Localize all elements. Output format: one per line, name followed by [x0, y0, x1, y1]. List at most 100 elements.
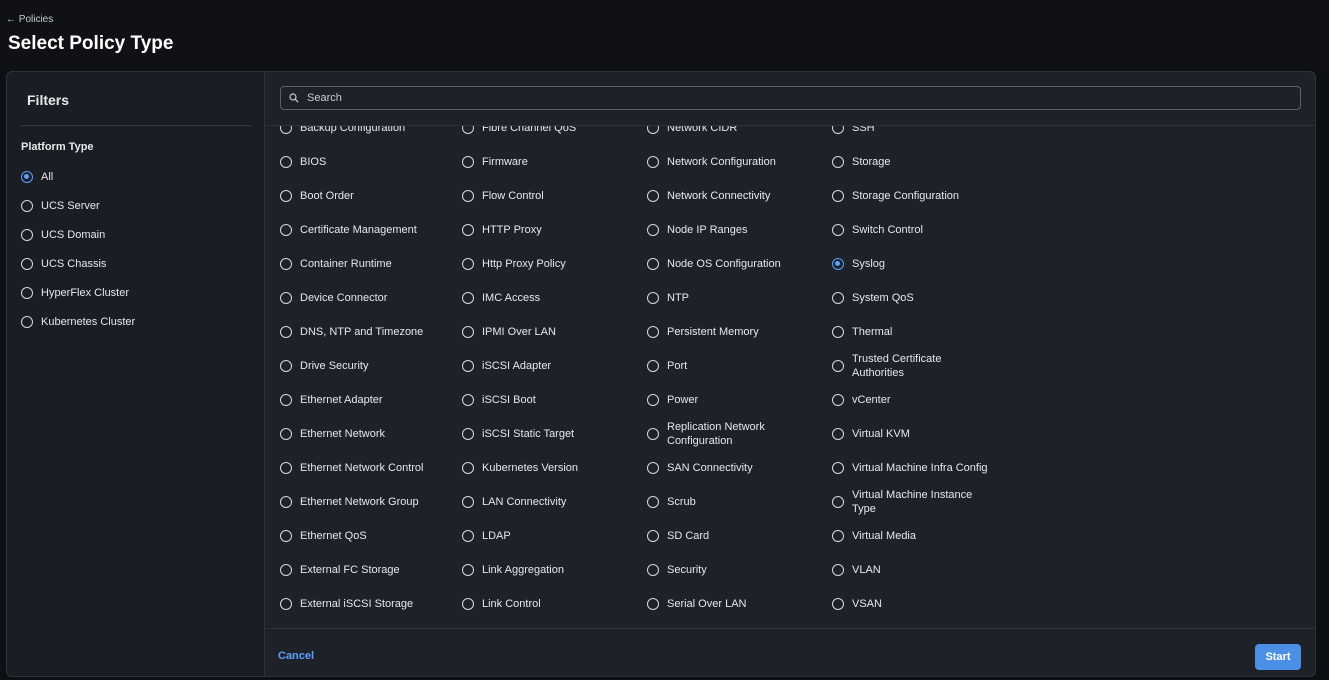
radio-icon[interactable] [832, 598, 844, 610]
policy-option-vlan[interactable]: VLAN [832, 553, 992, 587]
platform-option-all[interactable]: All [21, 162, 135, 191]
policy-option-ethernet-qos[interactable]: Ethernet QoS [280, 519, 424, 553]
policy-option-storage-configuration[interactable]: Storage Configuration [832, 179, 992, 213]
radio-icon[interactable] [647, 156, 659, 168]
policy-option-backup-configuration[interactable]: Backup Configuration [280, 126, 424, 145]
radio-icon[interactable] [647, 428, 659, 440]
radio-icon[interactable] [462, 292, 474, 304]
radio-icon[interactable] [462, 564, 474, 576]
radio-icon[interactable] [462, 156, 474, 168]
radio-icon[interactable] [462, 126, 474, 134]
radio-icon[interactable] [462, 428, 474, 440]
policy-option-scrub[interactable]: Scrub [647, 485, 807, 519]
policy-option-link-control[interactable]: Link Control [462, 587, 578, 621]
radio-icon[interactable] [647, 360, 659, 372]
radio-icon[interactable] [647, 292, 659, 304]
policy-option-fibre-channel-qos[interactable]: Fibre Channel QoS [462, 126, 578, 145]
platform-option-kubernetes-cluster[interactable]: Kubernetes Cluster [21, 307, 135, 336]
policy-option-virtual-machine-instance-type[interactable]: Virtual Machine Instance Type [832, 485, 992, 519]
radio-icon[interactable] [832, 564, 844, 576]
policy-option-kubernetes-version[interactable]: Kubernetes Version [462, 451, 578, 485]
policy-option-virtual-media[interactable]: Virtual Media [832, 519, 992, 553]
radio-icon[interactable] [280, 360, 292, 372]
policy-option-switch-control[interactable]: Switch Control [832, 213, 992, 247]
policy-option-iscsi-adapter[interactable]: iSCSI Adapter [462, 349, 578, 383]
radio-icon[interactable] [832, 394, 844, 406]
radio-icon[interactable] [280, 394, 292, 406]
radio-icon[interactable] [647, 258, 659, 270]
radio-icon[interactable] [280, 190, 292, 202]
platform-option-hyperflex-cluster[interactable]: HyperFlex Cluster [21, 278, 135, 307]
policy-option-node-ip-ranges[interactable]: Node IP Ranges [647, 213, 807, 247]
radio-icon[interactable] [280, 258, 292, 270]
radio-icon[interactable] [462, 258, 474, 270]
search-box[interactable] [280, 86, 1301, 110]
policy-option-network-cidr[interactable]: Network CIDR [647, 126, 807, 145]
policy-option-san-connectivity[interactable]: SAN Connectivity [647, 451, 807, 485]
radio-icon[interactable] [832, 156, 844, 168]
policy-option-device-connector[interactable]: Device Connector [280, 281, 424, 315]
radio-icon[interactable] [647, 530, 659, 542]
radio-icon[interactable] [280, 224, 292, 236]
radio-icon[interactable] [832, 360, 844, 372]
policy-option-flow-control[interactable]: Flow Control [462, 179, 578, 213]
policy-option-container-runtime[interactable]: Container Runtime [280, 247, 424, 281]
radio-icon[interactable] [832, 190, 844, 202]
radio-icon[interactable] [832, 224, 844, 236]
radio-icon[interactable] [832, 258, 844, 270]
radio-icon[interactable] [280, 564, 292, 576]
radio-icon[interactable] [462, 190, 474, 202]
radio-icon[interactable] [280, 156, 292, 168]
policy-option-network-configuration[interactable]: Network Configuration [647, 145, 807, 179]
radio-icon[interactable] [462, 360, 474, 372]
policy-option-lan-connectivity[interactable]: LAN Connectivity [462, 485, 578, 519]
radio-icon[interactable] [280, 598, 292, 610]
policy-option-ethernet-network-group[interactable]: Ethernet Network Group [280, 485, 424, 519]
radio-icon[interactable] [462, 326, 474, 338]
radio-icon[interactable] [647, 126, 659, 134]
radio-icon[interactable] [832, 292, 844, 304]
policy-option-vsan[interactable]: VSAN [832, 587, 992, 621]
policy-option-network-connectivity[interactable]: Network Connectivity [647, 179, 807, 213]
radio-icon[interactable] [280, 292, 292, 304]
radio-icon[interactable] [647, 326, 659, 338]
radio-icon[interactable] [462, 530, 474, 542]
policy-option-sd-card[interactable]: SD Card [647, 519, 807, 553]
radio-icon[interactable] [21, 315, 33, 328]
radio-icon[interactable] [462, 598, 474, 610]
policy-option-ssh[interactable]: SSH [832, 126, 992, 145]
radio-icon[interactable] [832, 428, 844, 440]
policy-option-imc-access[interactable]: IMC Access [462, 281, 578, 315]
policy-option-ethernet-network-control[interactable]: Ethernet Network Control [280, 451, 424, 485]
search-input[interactable] [305, 91, 1289, 105]
policy-option-ldap[interactable]: LDAP [462, 519, 578, 553]
radio-icon[interactable] [832, 496, 844, 508]
radio-icon[interactable] [647, 598, 659, 610]
policy-option-serial-over-lan[interactable]: Serial Over LAN [647, 587, 807, 621]
radio-icon[interactable] [647, 394, 659, 406]
policy-option-http-proxy-policy[interactable]: Http Proxy Policy [462, 247, 578, 281]
radio-icon[interactable] [832, 462, 844, 474]
policy-option-persistent-memory[interactable]: Persistent Memory [647, 315, 807, 349]
radio-icon[interactable] [21, 199, 33, 212]
policy-option-syslog[interactable]: Syslog [832, 247, 992, 281]
policy-option-http-proxy[interactable]: HTTP Proxy [462, 213, 578, 247]
policy-option-bios[interactable]: BIOS [280, 145, 424, 179]
policy-option-storage[interactable]: Storage [832, 145, 992, 179]
radio-icon[interactable] [462, 462, 474, 474]
radio-icon[interactable] [832, 530, 844, 542]
radio-icon[interactable] [647, 496, 659, 508]
policy-option-thermal[interactable]: Thermal [832, 315, 992, 349]
policy-option-system-qos[interactable]: System QoS [832, 281, 992, 315]
policy-option-external-fc-storage[interactable]: External FC Storage [280, 553, 424, 587]
policy-option-port[interactable]: Port [647, 349, 807, 383]
policy-option-ethernet-network[interactable]: Ethernet Network [280, 417, 424, 451]
policy-option-vcenter[interactable]: vCenter [832, 383, 992, 417]
policy-option-ethernet-adapter[interactable]: Ethernet Adapter [280, 383, 424, 417]
policy-option-trusted-certificate-authorities[interactable]: Trusted Certificate Authorities [832, 349, 992, 383]
policy-option-iscsi-boot[interactable]: iSCSI Boot [462, 383, 578, 417]
policy-option-drive-security[interactable]: Drive Security [280, 349, 424, 383]
policy-option-virtual-machine-infra-config[interactable]: Virtual Machine Infra Config [832, 451, 992, 485]
policy-option-security[interactable]: Security [647, 553, 807, 587]
radio-icon[interactable] [21, 286, 33, 299]
